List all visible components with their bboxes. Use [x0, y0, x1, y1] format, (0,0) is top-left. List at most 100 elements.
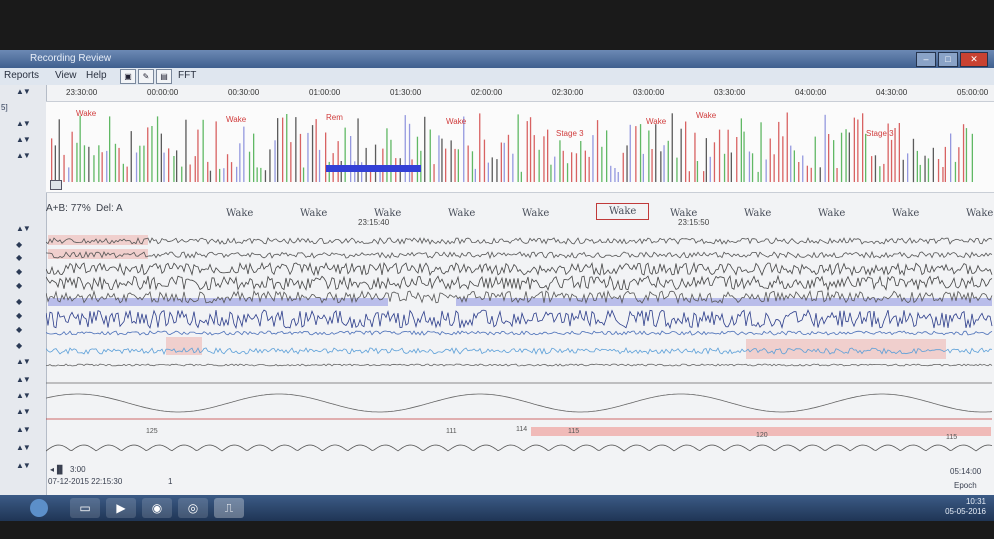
hypnogram-bar	[260, 167, 262, 182]
channel-2-arrows[interactable]: ◆	[16, 253, 22, 262]
channel-15-arrows[interactable]: ▲▼	[16, 461, 31, 470]
hypnogram-bar	[954, 161, 957, 182]
window-titlebar: Recording Review – □ ✕	[0, 50, 994, 68]
hypnogram-bar	[79, 115, 81, 182]
signal-trace	[45, 250, 993, 260]
channel-14-arrows[interactable]: ▲▼	[16, 443, 31, 452]
tools-icon[interactable]: ✎	[138, 69, 154, 84]
page-scroll[interactable]: ◂▐▌	[50, 465, 65, 474]
hypnogram-bar	[765, 159, 767, 182]
timestamp-2: 23:15:50	[678, 218, 710, 227]
menu-reports[interactable]: Reports	[4, 70, 39, 81]
hypnogram-bar	[919, 164, 921, 182]
hypnogram-bar	[713, 142, 716, 182]
hypnogram-bar	[806, 165, 808, 182]
epoch-label[interactable]: Wake	[892, 208, 919, 219]
hypnogram-bar	[118, 147, 120, 182]
axis-scale-arrows[interactable]: ▲▼	[16, 87, 31, 96]
media-icon[interactable]: ▶	[106, 498, 136, 518]
epoch-label[interactable]: Wake	[226, 208, 253, 219]
hypnogram-bar	[575, 153, 578, 182]
hypnogram-bar	[688, 171, 690, 182]
hypnogram-bar	[390, 139, 392, 182]
time-axis-label: 02:30:00	[552, 88, 584, 97]
channel-8-arrows[interactable]: ◆	[16, 341, 22, 350]
event-marker	[166, 337, 202, 355]
firefox-icon[interactable]: ◎	[178, 498, 208, 518]
maximize-button[interactable]: □	[938, 52, 958, 67]
current-time: 3:00	[70, 465, 86, 474]
epoch-label[interactable]: Wake	[596, 203, 650, 220]
close-button[interactable]: ✕	[960, 52, 988, 67]
hypnogram-bar	[810, 167, 812, 182]
fft-button[interactable]: FFT	[178, 70, 196, 81]
signal-traces[interactable]: 125 111 114 115 120 115	[45, 233, 994, 463]
taskbar: ▭ ▶ ◉ ◎ ⎍ 10:31 05-05-2016	[0, 495, 994, 521]
hypnogram[interactable]: Wake Wake Rem Wake Stage 3 Wake Wake Stage 3	[46, 101, 994, 193]
hypnogram-bar	[769, 138, 771, 182]
hypnogram-scroll-thumb[interactable]	[50, 180, 62, 190]
hypnogram-bar	[786, 112, 788, 182]
traces-plot: 125 111 114 115 120 115	[45, 235, 993, 452]
epoch-label[interactable]: Wake	[522, 208, 549, 219]
hypnogram-plot: Wake Wake Rem Wake Stage 3 Wake Wake Stage 3	[51, 109, 973, 183]
hypnogram-bar	[282, 117, 284, 182]
report-icon[interactable]: ▤	[156, 69, 172, 84]
channel-1-arrows[interactable]: ◆	[16, 240, 22, 249]
hypnogram-bar	[529, 117, 532, 182]
hyp-arrows-3[interactable]: ▲▼	[16, 151, 31, 160]
hypnogram-bar	[500, 142, 502, 182]
hypnogram-bar	[253, 133, 255, 182]
psg-app-icon[interactable]: ⎍	[214, 498, 244, 518]
epoch-label[interactable]: Wake	[966, 208, 993, 219]
channel-3-arrows[interactable]: ◆	[16, 267, 22, 276]
chrome-icon[interactable]: ◉	[142, 498, 172, 518]
channel-controls: ▲▼ 5] ▲▼ ▲▼ ▲▼ ▲▼ ◆ ◆ ◆ ◆ ◆ ◆ ◆ ◆ ▲▼ ▲▼ …	[0, 85, 47, 495]
save-icon[interactable]: ▣	[120, 69, 136, 84]
menu-view[interactable]: View	[55, 70, 77, 81]
channel-5-arrows[interactable]: ◆	[16, 297, 22, 306]
hypnogram-bar	[853, 117, 855, 182]
epoch-label[interactable]: Wake	[448, 208, 475, 219]
hypnogram-stage-label: Stage 3	[866, 129, 894, 138]
epoch-label[interactable]: Wake	[744, 208, 771, 219]
hypnogram-bar	[277, 118, 279, 182]
epoch-label[interactable]: Wake	[300, 208, 327, 219]
epoch-label[interactable]: Wake	[670, 208, 697, 219]
hypnogram-bar	[160, 133, 162, 182]
hypnogram-bar	[778, 121, 780, 182]
hyp-arrows-1[interactable]: ▲▼	[16, 119, 31, 128]
hyp-arrows-2[interactable]: ▲▼	[16, 135, 31, 144]
minimize-button[interactable]: –	[916, 52, 936, 67]
epoch-arrows[interactable]: ▲▼	[16, 224, 31, 233]
hypnogram-bar	[819, 167, 821, 182]
hypnogram-bar	[139, 145, 141, 182]
hypnogram-bar	[907, 153, 909, 182]
hypnogram-stage-label: Wake	[226, 115, 247, 124]
hypnogram-bar	[325, 132, 327, 182]
hypnogram-bar	[517, 114, 519, 182]
epoch-label[interactable]: Wake	[374, 208, 401, 219]
hypnogram-bar	[962, 124, 965, 182]
explorer-icon[interactable]: ▭	[70, 498, 100, 518]
channel-12-arrows[interactable]: ▲▼	[16, 407, 31, 416]
hypnogram-bar	[302, 167, 305, 182]
hypnogram-bar	[491, 157, 493, 182]
channel-6-arrows[interactable]: ◆	[16, 311, 22, 320]
channel-13-arrows[interactable]: ▲▼	[16, 425, 31, 434]
channel-4-arrows[interactable]: ◆	[16, 281, 22, 290]
menu-help[interactable]: Help	[86, 70, 107, 81]
hypnogram-bar	[156, 116, 159, 182]
channel-11-arrows[interactable]: ▲▼	[16, 391, 31, 400]
hypnogram-bar	[547, 129, 549, 182]
start-icon[interactable]	[30, 499, 48, 517]
hypnogram-bar	[629, 124, 631, 182]
hypnogram-bar	[151, 126, 153, 182]
hypnogram-bar	[454, 148, 456, 182]
hypnogram-bar	[163, 152, 165, 182]
hypnogram-bar	[538, 149, 540, 182]
epoch-label[interactable]: Wake	[818, 208, 845, 219]
channel-7-arrows[interactable]: ◆	[16, 325, 22, 334]
channel-9-arrows[interactable]: ▲▼	[16, 357, 31, 366]
channel-10-arrows[interactable]: ▲▼	[16, 375, 31, 384]
